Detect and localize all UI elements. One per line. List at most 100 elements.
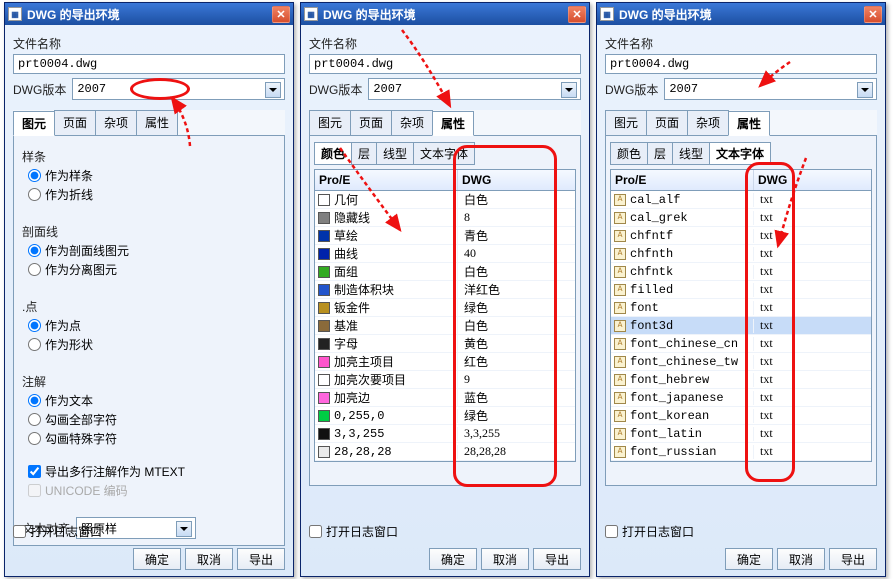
opt-all-chars[interactable]: 勾画全部字符 bbox=[28, 411, 276, 428]
subtab-layer[interactable]: 层 bbox=[351, 142, 377, 165]
chk-log[interactable]: 打开日志窗口 bbox=[309, 523, 581, 540]
subtab-line[interactable]: 线型 bbox=[376, 142, 414, 165]
table-row[interactable]: 曲线40 bbox=[315, 245, 575, 263]
tab-attr[interactable]: 属性 bbox=[136, 110, 178, 135]
dialog-panel-1: ▦ DWG 的导出环境 ✕ 文件名称 DWG版本 2007 图元 页面 杂项 属… bbox=[4, 2, 294, 577]
table-row[interactable]: 隐藏线8 bbox=[315, 209, 575, 227]
ok-button[interactable]: 确定 bbox=[429, 548, 477, 570]
color-rows[interactable]: 几何白色隐藏线8草绘青色曲线40面组白色制造体积块洋红色钣金件绿色基准白色字母黄… bbox=[315, 191, 575, 461]
export-button[interactable]: 导出 bbox=[829, 548, 877, 570]
row-name: 隐藏线 bbox=[334, 209, 370, 226]
row-dwg: 9 bbox=[458, 372, 575, 387]
opt-as-point[interactable]: 作为点 bbox=[28, 317, 276, 334]
color-swatch-icon bbox=[318, 320, 330, 332]
tab-attr[interactable]: 属性 bbox=[728, 111, 770, 136]
tab-page[interactable]: 页面 bbox=[350, 110, 392, 135]
table-row[interactable]: Afont_koreantxt bbox=[611, 407, 871, 425]
titlebar[interactable]: ▦ DWG 的导出环境 ✕ bbox=[597, 3, 885, 25]
font-rows[interactable]: Acal_alftxtAcal_grektxtAchfntftxtAchfnth… bbox=[611, 191, 871, 461]
table-row[interactable]: 0,255,0绿色 bbox=[315, 407, 575, 425]
titlebar[interactable]: ▦ DWG 的导出环境 ✕ bbox=[301, 3, 589, 25]
titlebar[interactable]: ▦ DWG 的导出环境 ✕ bbox=[5, 3, 293, 25]
window-title: DWG 的导出环境 bbox=[323, 6, 568, 23]
export-button[interactable]: 导出 bbox=[533, 548, 581, 570]
filename-input[interactable] bbox=[309, 54, 581, 74]
ok-button[interactable]: 确定 bbox=[725, 548, 773, 570]
subtab-line[interactable]: 线型 bbox=[672, 142, 710, 165]
table-row[interactable]: Afont_russiantxt bbox=[611, 443, 871, 461]
chk-mtext[interactable]: 导出多行注解作为 MTEXT bbox=[28, 463, 276, 480]
version-label: DWG版本 bbox=[13, 81, 66, 98]
chk-unicode: UNICODE 编码 bbox=[28, 482, 276, 499]
table-row[interactable]: 几何白色 bbox=[315, 191, 575, 209]
chk-log[interactable]: 打开日志窗口 bbox=[13, 523, 285, 540]
row-name: 加亮边 bbox=[334, 389, 370, 406]
table-row[interactable]: Acal_grektxt bbox=[611, 209, 871, 227]
opt-as-hatch[interactable]: 作为剖面线图元 bbox=[28, 242, 276, 259]
filename-label: 文件名称 bbox=[13, 35, 285, 52]
version-select[interactable]: 2007 bbox=[72, 78, 285, 100]
tab-page[interactable]: 页面 bbox=[54, 110, 96, 135]
tab-entity[interactable]: 图元 bbox=[605, 110, 647, 135]
table-row[interactable]: 加亮主项目红色 bbox=[315, 353, 575, 371]
opt-as-shape[interactable]: 作为形状 bbox=[28, 336, 276, 353]
subtab-font[interactable]: 文本字体 bbox=[413, 142, 475, 165]
ok-button[interactable]: 确定 bbox=[133, 548, 181, 570]
table-row[interactable]: 草绘青色 bbox=[315, 227, 575, 245]
close-icon[interactable]: ✕ bbox=[568, 6, 586, 23]
table-row[interactable]: Afont_chinese_twtxt bbox=[611, 353, 871, 371]
subtab-font[interactable]: 文本字体 bbox=[709, 142, 771, 165]
table-row[interactable]: Afont_chinese_cntxt bbox=[611, 335, 871, 353]
export-button[interactable]: 导出 bbox=[237, 548, 285, 570]
row-dwg: 黄色 bbox=[458, 335, 575, 352]
opt-special-chars[interactable]: 勾画特殊字符 bbox=[28, 430, 276, 447]
table-row[interactable]: Afont3dtxt bbox=[611, 317, 871, 335]
close-icon[interactable]: ✕ bbox=[272, 6, 290, 23]
opt-as-text[interactable]: 作为文本 bbox=[28, 392, 276, 409]
table-row[interactable]: Achfntftxt bbox=[611, 227, 871, 245]
table-row[interactable]: 加亮次要项目9 bbox=[315, 371, 575, 389]
table-row[interactable]: 基准白色 bbox=[315, 317, 575, 335]
table-row[interactable]: Achfnthtxt bbox=[611, 245, 871, 263]
table-row[interactable]: 3,3,2553,3,255 bbox=[315, 425, 575, 443]
chk-log[interactable]: 打开日志窗口 bbox=[605, 523, 877, 540]
table-row[interactable]: Afonttxt bbox=[611, 299, 871, 317]
table-row[interactable]: 加亮边蓝色 bbox=[315, 389, 575, 407]
opt-as-spline[interactable]: 作为样条 bbox=[28, 167, 276, 184]
tab-page[interactable]: 页面 bbox=[646, 110, 688, 135]
table-row[interactable]: Afont_hebrewtxt bbox=[611, 371, 871, 389]
tab-entity[interactable]: 图元 bbox=[13, 111, 55, 136]
opt-as-polyline[interactable]: 作为折线 bbox=[28, 186, 276, 203]
table-row[interactable]: Acal_alftxt bbox=[611, 191, 871, 209]
filename-input[interactable] bbox=[605, 54, 877, 74]
table-row[interactable]: Afilledtxt bbox=[611, 281, 871, 299]
cancel-button[interactable]: 取消 bbox=[185, 548, 233, 570]
table-row[interactable]: 28,28,2828,28,28 bbox=[315, 443, 575, 461]
tab-attr[interactable]: 属性 bbox=[432, 111, 474, 136]
cancel-button[interactable]: 取消 bbox=[777, 548, 825, 570]
version-select[interactable]: 2007 bbox=[368, 78, 581, 100]
version-select[interactable]: 2007 bbox=[664, 78, 877, 100]
tab-misc[interactable]: 杂项 bbox=[95, 110, 137, 135]
subtab-color[interactable]: 颜色 bbox=[610, 142, 648, 165]
row-dwg: txt bbox=[754, 372, 871, 387]
file-icon: A bbox=[614, 320, 626, 332]
table-row[interactable]: 制造体积块洋红色 bbox=[315, 281, 575, 299]
table-row[interactable]: 字母黄色 bbox=[315, 335, 575, 353]
opt-as-separate[interactable]: 作为分离图元 bbox=[28, 261, 276, 278]
tab-misc[interactable]: 杂项 bbox=[687, 110, 729, 135]
subtab-color[interactable]: 颜色 bbox=[314, 142, 352, 165]
cancel-button[interactable]: 取消 bbox=[481, 548, 529, 570]
table-row[interactable]: 面组白色 bbox=[315, 263, 575, 281]
table-row[interactable]: 钣金件绿色 bbox=[315, 299, 575, 317]
close-icon[interactable]: ✕ bbox=[864, 6, 882, 23]
subtab-layer[interactable]: 层 bbox=[647, 142, 673, 165]
version-label: DWG版本 bbox=[309, 81, 362, 98]
table-row[interactable]: Achfntktxt bbox=[611, 263, 871, 281]
tab-entity[interactable]: 图元 bbox=[309, 110, 351, 135]
file-icon: A bbox=[614, 266, 626, 278]
tab-misc[interactable]: 杂项 bbox=[391, 110, 433, 135]
filename-input[interactable] bbox=[13, 54, 285, 74]
table-row[interactable]: Afont_japanesetxt bbox=[611, 389, 871, 407]
table-row[interactable]: Afont_latintxt bbox=[611, 425, 871, 443]
